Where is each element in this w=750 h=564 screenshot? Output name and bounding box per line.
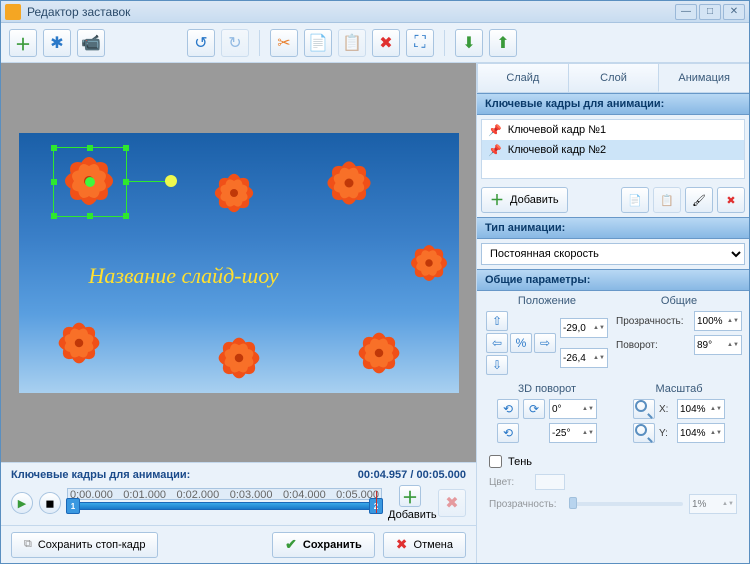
canvas-area[interactable]: Название слайд-шоу [1, 63, 476, 462]
params-header: Общие параметры: [477, 269, 749, 291]
keyframes-header: Ключевые кадры для анимации: [477, 93, 749, 115]
rotation-pivot[interactable] [165, 175, 177, 187]
minimize-button[interactable]: ― [675, 4, 697, 20]
save-snapshot-button[interactable]: ⧉ Сохранить стоп-кадр [11, 532, 158, 558]
shadow-color-swatch[interactable] [535, 474, 565, 490]
move-down-button[interactable]: ⬇ [455, 29, 483, 57]
scale-y-input[interactable]: ▲▼ [677, 423, 725, 443]
position-group-label: Положение [481, 295, 613, 307]
clear-keyframe-button[interactable]: 🖌 [685, 187, 713, 213]
move-down-icon[interactable]: ⇩ [486, 355, 508, 375]
general-group-label: Общие [613, 295, 745, 307]
copy-keyframe-button[interactable]: 📄 [621, 187, 649, 213]
timeline-track[interactable]: 0:00.0000:01.0000:02.0000:03.0000:04.000… [67, 488, 382, 518]
shadow-label: Тень [508, 456, 532, 468]
shadow-opacity-slider[interactable] [569, 502, 683, 506]
timeline-time: 00:04.957 / 00:05.000 [358, 469, 466, 481]
zoom-out-icon[interactable] [633, 423, 655, 443]
slide-caption[interactable]: Название слайд-шоу [89, 263, 279, 289]
delete-button[interactable]: ✖ [372, 29, 400, 57]
cut-button[interactable]: ✂ [270, 29, 298, 57]
move-left-icon[interactable]: ⇦ [486, 333, 508, 353]
save-button[interactable]: ✔ Сохранить [272, 532, 375, 558]
close-button[interactable]: ✕ [723, 4, 745, 20]
check-icon: ✔ [285, 536, 297, 553]
cancel-button[interactable]: ✖ Отмена [383, 532, 466, 558]
move-up-button[interactable]: ⬆ [489, 29, 517, 57]
add-keyframe-button[interactable]: ＋Добавить [481, 187, 568, 213]
rotate3d-lock-icon[interactable]: ⟳ [523, 399, 545, 419]
toolbar: ＋ ✱ 📹 ↺ ↻ ✂ 📄 📋 ✖ ⛶ ⬇ ⬆ [1, 23, 749, 63]
timeline-header: Ключевые кадры для анимации: [11, 469, 190, 481]
app-icon [5, 4, 21, 20]
play-button[interactable]: ▶ [11, 492, 33, 514]
rotate-input[interactable]: ▲▼ [694, 335, 742, 355]
move-right-icon[interactable]: ⇨ [534, 333, 556, 353]
undo-button[interactable]: ↺ [187, 29, 215, 57]
window-title: Редактор заставок [27, 5, 675, 19]
copy-button[interactable]: 📄 [304, 29, 332, 57]
delete-keyframe-button[interactable]: ✖ [717, 187, 745, 213]
rotate3d-b-input[interactable]: ▲▼ [549, 423, 597, 443]
paste-button[interactable]: 📋 [338, 29, 366, 57]
rotate3d-a-input[interactable]: ▲▼ [549, 399, 597, 419]
keyframe-list[interactable]: 📌Ключевой кадр №1 📌Ключевой кадр №2 [481, 119, 745, 179]
scale-group-label: Масштаб [613, 383, 745, 395]
paste-keyframe-button[interactable]: 📋 [653, 187, 681, 213]
percent-icon[interactable]: % [510, 333, 532, 353]
timeline-panel: Ключевые кадры для анимации: 00:04.957 /… [1, 462, 476, 525]
snapshot-icon: ⧉ [24, 538, 32, 551]
pin-icon: 📌 [488, 124, 502, 137]
zoom-in-icon[interactable] [633, 399, 655, 419]
canvas[interactable]: Название слайд-шоу [19, 133, 459, 393]
timeline-add-keyframe[interactable]: ＋ Добавить [388, 485, 432, 521]
tab-slide[interactable]: Слайд [477, 63, 569, 92]
move-up-icon[interactable]: ⇧ [486, 311, 508, 331]
opacity-input[interactable]: ▲▼ [694, 311, 742, 331]
add-button[interactable]: ＋ [9, 29, 37, 57]
keyframe-marker-1[interactable]: 1 [66, 498, 80, 514]
keyframe-item[interactable]: 📌Ключевой кадр №1 [482, 120, 744, 140]
settings-button[interactable]: ✱ [43, 29, 71, 57]
tab-animation[interactable]: Анимация [658, 63, 749, 92]
pin-icon: 📌 [488, 144, 502, 157]
tab-layer[interactable]: Слой [568, 63, 660, 92]
rotation3d-group-label: 3D поворот [481, 383, 613, 395]
keyframe-item[interactable]: 📌Ключевой кадр №2 [482, 140, 744, 160]
shadow-checkbox[interactable] [489, 455, 502, 468]
animation-type-select[interactable]: Постоянная скорость [481, 243, 745, 265]
selection-box[interactable] [53, 147, 127, 217]
animtype-header: Тип анимации: [477, 217, 749, 239]
redo-button[interactable]: ↻ [221, 29, 249, 57]
rotate3d-y-icon[interactable]: ⟲ [497, 423, 519, 443]
stop-button[interactable]: ◼ [39, 492, 61, 514]
rotate3d-x-icon[interactable]: ⟲ [497, 399, 519, 419]
shadow-opacity-input[interactable]: ▲▼ [689, 494, 737, 514]
timeline-delete-keyframe[interactable]: ✖ [438, 489, 466, 517]
scale-x-input[interactable]: ▲▼ [677, 399, 725, 419]
cancel-icon: ✖ [396, 536, 408, 553]
camera-button[interactable]: 📹 [77, 29, 105, 57]
titlebar: Редактор заставок ― □ ✕ [1, 1, 749, 23]
position-x-input[interactable]: ▲▼ [560, 318, 608, 338]
fit-button[interactable]: ⛶ [406, 29, 434, 57]
maximize-button[interactable]: □ [699, 4, 721, 20]
position-y-input[interactable]: ▲▼ [560, 348, 608, 368]
